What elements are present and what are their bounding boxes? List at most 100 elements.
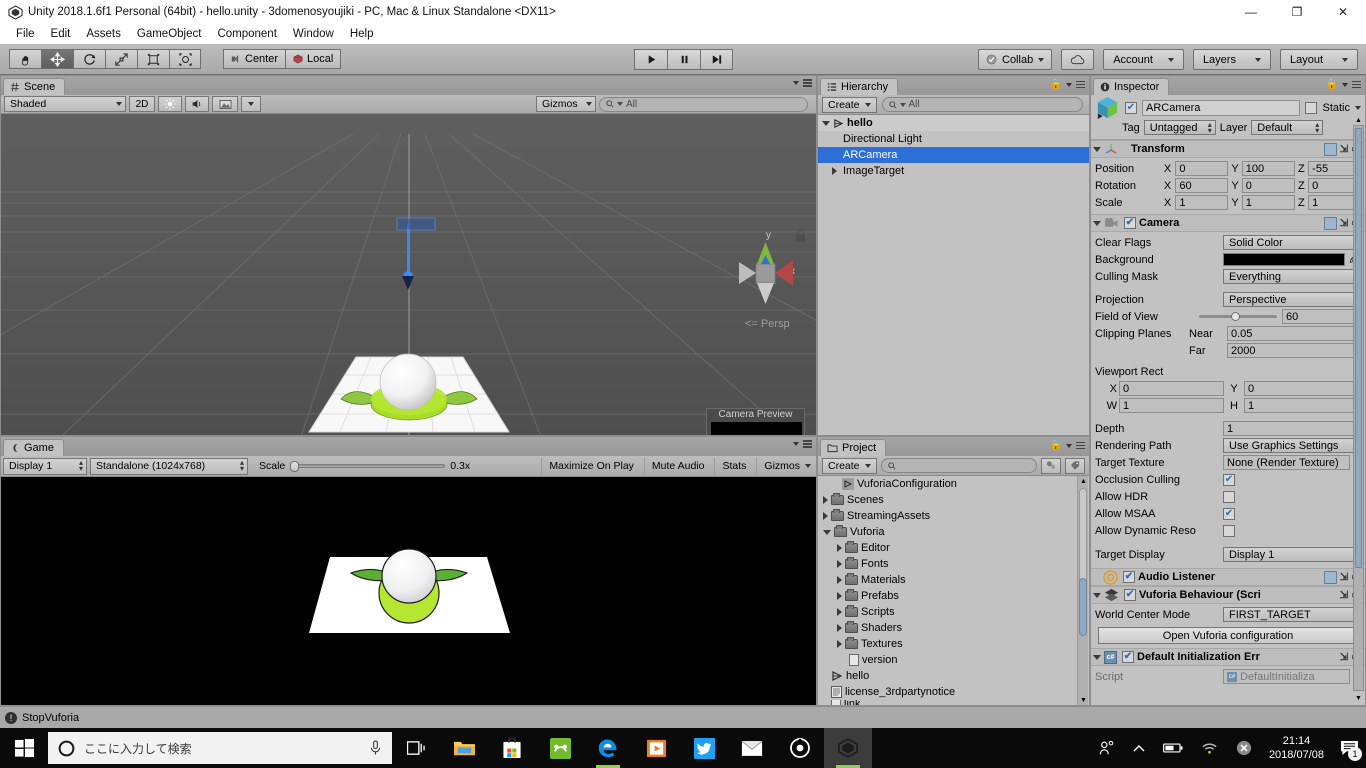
start-button[interactable] (0, 728, 48, 768)
projection-dropdown[interactable]: Perspective ▴▾ (1223, 292, 1361, 307)
target-texture-field[interactable]: None (Render Texture) (1223, 455, 1351, 470)
world-center-mode-dropdown[interactable]: FIRST_TARGET ▴▾ (1223, 607, 1361, 622)
people-icon[interactable] (1090, 728, 1124, 768)
tab-hierarchy[interactable]: Hierarchy (820, 78, 899, 95)
allow-dynamic-resolution-checkbox[interactable] (1223, 524, 1235, 537)
viewport-x-field[interactable]: 0 (1119, 381, 1224, 396)
component-header-audio-listener[interactable]: Audio Listener ⇲ ⚙ (1091, 568, 1365, 586)
inspector-scrollbar[interactable] (1353, 125, 1364, 691)
component-header-camera[interactable]: Camera ⇲ ⚙ (1091, 214, 1365, 232)
maximize-button[interactable]: ❐ (1274, 0, 1320, 24)
menu-component[interactable]: Component (209, 27, 284, 41)
project-tab-menu[interactable]: 🔒 (1050, 440, 1085, 451)
hierarchy-item-directional-light[interactable]: Directional Light (818, 131, 1089, 147)
project-item-prefabs[interactable]: Prefabs (818, 588, 1089, 604)
project-item-streamingassets[interactable]: StreamingAssets (818, 508, 1089, 524)
scene-tab-menu[interactable] (793, 79, 812, 87)
game-resolution-dropdown[interactable]: Standalone (1024x768) ▴ ▾ (90, 457, 248, 475)
hierarchy-tab-menu[interactable]: 🔒 (1050, 79, 1085, 90)
preset-icon[interactable]: ⇲ (1340, 572, 1348, 583)
near-field[interactable]: 0.05 (1227, 326, 1361, 341)
project-item-license[interactable]: license_3rdpartynotice (818, 684, 1089, 700)
collapse-arrow-icon[interactable] (1093, 654, 1101, 660)
lock-icon[interactable]: 🔒 (1326, 79, 1338, 90)
hierarchy-item-arcamera[interactable]: ARCamera (818, 147, 1089, 163)
culling-mask-dropdown[interactable]: Everything ▴▾ (1223, 269, 1361, 284)
show-hidden-icons-chevron-icon[interactable] (1124, 728, 1154, 768)
default-init-enabled-checkbox[interactable] (1122, 651, 1134, 663)
expand-arrow-icon[interactable] (832, 167, 837, 175)
object-enabled-checkbox[interactable] (1125, 101, 1137, 114)
app-green-icon[interactable] (536, 728, 584, 768)
minimize-button[interactable]: — (1228, 0, 1274, 24)
project-item-version[interactable]: version (818, 652, 1089, 668)
app-circle-icon[interactable] (776, 728, 824, 768)
expand-arrow-icon[interactable] (837, 608, 842, 616)
project-item-shaders[interactable]: Shaders (818, 620, 1089, 636)
hierarchy-item-hello[interactable]: hello (818, 115, 1089, 131)
project-item-fonts[interactable]: Fonts (818, 556, 1089, 572)
cloud-button[interactable] (1061, 49, 1095, 70)
scale-x-field[interactable]: 1 (1175, 195, 1229, 210)
game-tab-menu[interactable] (793, 440, 812, 448)
background-color-swatch[interactable] (1223, 253, 1346, 266)
scene-fx-dropdown[interactable] (241, 96, 261, 112)
layers-button[interactable]: Layers (1192, 49, 1271, 70)
maximize-on-play-button[interactable]: Maximize On Play (541, 457, 641, 475)
game-gizmos-button[interactable]: Gizmos (756, 457, 814, 475)
scene-2d-toggle[interactable]: 2D (129, 96, 155, 112)
layer-dropdown[interactable]: Default ▴ ▾ (1251, 120, 1324, 135)
mail-icon[interactable] (728, 728, 776, 768)
hand-tool-button[interactable] (9, 49, 41, 69)
chevron-down-icon[interactable] (1355, 105, 1361, 110)
close-button[interactable]: ✕ (1320, 0, 1366, 24)
camera-enabled-checkbox[interactable] (1124, 217, 1136, 229)
menu-edit[interactable]: Edit (43, 27, 79, 41)
component-header-vuforia[interactable]: Vuforia Behaviour (Scri ⇲ ⚙ (1091, 586, 1365, 604)
error-status-icon[interactable] (1227, 728, 1261, 768)
expand-arrow-icon[interactable] (837, 624, 842, 632)
rect-tool-button[interactable] (137, 49, 169, 69)
menu-gameobject[interactable]: GameObject (129, 27, 210, 41)
expand-arrow-icon[interactable] (837, 560, 842, 568)
play-button[interactable] (634, 49, 667, 70)
fov-slider-thumb[interactable] (1231, 312, 1240, 321)
menu-file[interactable]: File (8, 27, 43, 41)
project-item-vuforia[interactable]: Vuforia (818, 524, 1089, 540)
project-item-materials[interactable]: Materials (818, 572, 1089, 588)
hierarchy-item-imagetarget[interactable]: ImageTarget (818, 163, 1089, 179)
scroll-down-arrow-icon[interactable]: ▼ (1078, 695, 1089, 705)
audio-listener-enabled-checkbox[interactable] (1123, 571, 1135, 583)
clear-flags-dropdown[interactable]: Solid Color ▴▾ (1223, 235, 1361, 250)
menu-window[interactable]: Window (285, 27, 342, 41)
far-field[interactable]: 2000 (1227, 343, 1361, 358)
fov-slider[interactable] (1199, 310, 1277, 323)
scene-search-input[interactable]: All (599, 96, 808, 112)
tab-project[interactable]: Project (820, 439, 887, 456)
collapse-arrow-icon[interactable] (1093, 220, 1101, 226)
allow-msaa-checkbox[interactable] (1223, 507, 1235, 520)
scene-lighting-toggle[interactable] (158, 96, 182, 112)
scene-shading-dropdown[interactable]: Shaded (4, 96, 126, 112)
scale-slider-thumb[interactable] (290, 460, 300, 472)
rotation-x-field[interactable]: 60 (1175, 178, 1229, 193)
tab-scene[interactable]: Scene (3, 78, 66, 95)
microsoft-store-icon[interactable] (488, 728, 536, 768)
step-button[interactable] (700, 49, 733, 70)
hierarchy-create-button[interactable]: Create (822, 96, 877, 113)
unity-editor-icon[interactable] (824, 728, 872, 768)
project-item-link[interactable]: link (818, 700, 1089, 705)
target-display-dropdown[interactable]: Display 1 ▴▾ (1223, 547, 1361, 562)
scroll-down-arrow-icon[interactable]: ▼ (1353, 693, 1364, 703)
wifi-icon[interactable] (1192, 728, 1227, 768)
status-bar[interactable]: ! StopVuforia (0, 706, 1366, 728)
tab-inspector[interactable]: Inspector (1093, 78, 1170, 95)
move-tool-button[interactable] (41, 49, 73, 69)
rendering-path-dropdown[interactable]: Use Graphics Settings ▴▾ (1223, 438, 1361, 453)
expand-arrow-icon[interactable] (823, 512, 828, 520)
preset-icon[interactable]: ⇲ (1340, 218, 1348, 229)
edge-browser-icon[interactable] (584, 728, 632, 768)
viewport-w-field[interactable]: 1 (1119, 398, 1224, 413)
scroll-up-arrow-icon[interactable]: ▲ (1353, 115, 1364, 125)
depth-field[interactable]: 1 (1223, 421, 1361, 436)
